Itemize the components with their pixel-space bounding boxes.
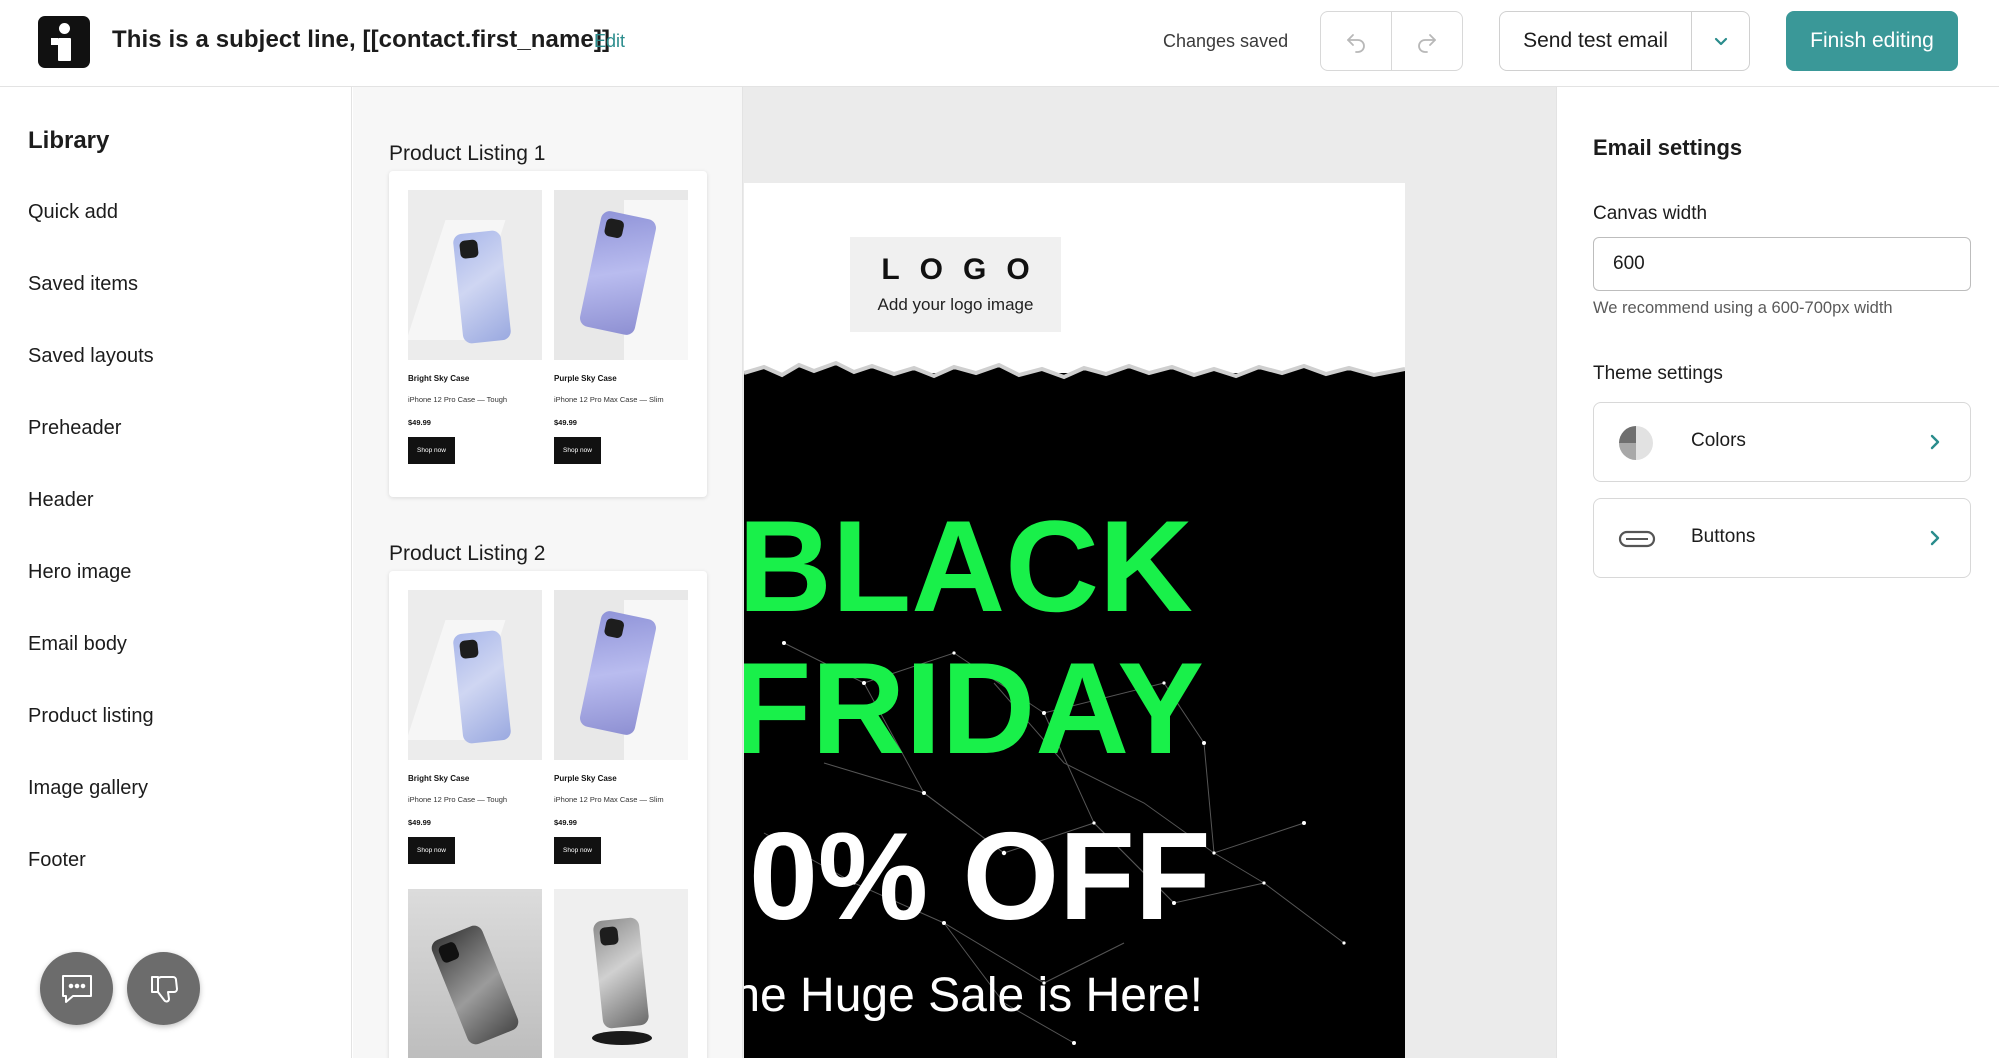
product-image xyxy=(554,590,688,760)
theme-colors-button[interactable]: Colors xyxy=(1593,402,1971,482)
offer-text: 70% OFF xyxy=(744,808,1211,946)
library-item-saved-layouts[interactable]: Saved layouts xyxy=(28,345,154,368)
product-price: $49.99 xyxy=(554,418,577,427)
shop-now-button: Shop now xyxy=(408,437,455,464)
library-item-product-listing[interactable]: Product listing xyxy=(28,705,154,728)
library-item-header[interactable]: Header xyxy=(28,489,94,512)
product-name: Purple Sky Case xyxy=(554,374,617,383)
product-description: iPhone 12 Pro Max Case — Slim xyxy=(554,395,664,404)
chevron-down-icon xyxy=(1714,37,1727,46)
email-header-section: LOGO Add your logo image xyxy=(744,183,1405,373)
block-title: Product Listing 1 xyxy=(389,142,546,165)
product-price: $49.99 xyxy=(408,418,431,427)
color-wheel-icon xyxy=(1619,426,1653,460)
redo-icon xyxy=(1418,34,1436,53)
app-logo-icon[interactable] xyxy=(38,16,90,68)
library-item-footer[interactable]: Footer xyxy=(28,849,86,872)
headline-friday: FRIDAY xyxy=(744,635,1204,781)
logo-placeholder[interactable]: LOGO Add your logo image xyxy=(850,237,1061,332)
product-image xyxy=(408,590,542,760)
logo-text: LOGO xyxy=(881,253,1050,286)
canvas-width-label: Canvas width xyxy=(1593,203,1708,224)
canvas-width-hint: We recommend using a 600-700px width xyxy=(1593,299,1893,317)
shop-now-button: Shop now xyxy=(408,837,455,864)
product-listing-2-block[interactable]: Bright Sky Case iPhone 12 Pro Case — Tou… xyxy=(389,571,707,1058)
email-canvas-area: LOGO Add your logo image BLACK FRIDAY 0%… xyxy=(743,87,1556,1058)
theme-settings-label: Theme settings xyxy=(1593,363,1723,384)
product-listing-1-block[interactable]: Bright Sky Case iPhone 12 Pro Case — Tou… xyxy=(389,171,707,497)
dislike-button[interactable] xyxy=(127,952,200,1025)
logo-subtext: Add your logo image xyxy=(877,295,1034,314)
email-preview[interactable]: LOGO Add your logo image BLACK FRIDAY 0%… xyxy=(744,183,1405,1058)
product-name: Purple Sky Case xyxy=(554,774,617,783)
settings-title: Email settings xyxy=(1593,135,1743,160)
finish-editing-button[interactable]: Finish editing xyxy=(1786,11,1958,71)
product-card: Bright Sky Case iPhone 12 Pro Case — Tou… xyxy=(408,190,542,464)
blocks-panel: Product Listing 1 Bright Sky Case iPhone… xyxy=(353,87,743,1058)
edit-subject-link[interactable]: Edit xyxy=(594,31,625,52)
send-test-dropdown-button[interactable] xyxy=(1691,12,1749,70)
product-price: $49.99 xyxy=(408,818,431,827)
undo-icon xyxy=(1347,34,1365,53)
send-test-group: Send test email xyxy=(1499,11,1750,71)
headline-black: BLACK xyxy=(744,493,1193,639)
undo-redo-group xyxy=(1320,11,1463,71)
theme-colors-label: Colors xyxy=(1691,430,1746,451)
product-name: Bright Sky Case xyxy=(408,374,470,383)
product-image xyxy=(554,889,688,1058)
canvas-width-input[interactable] xyxy=(1593,237,1971,291)
thumbs-down-icon xyxy=(150,975,178,1002)
product-description: iPhone 12 Pro Case — Tough xyxy=(408,395,508,404)
redo-button[interactable] xyxy=(1391,12,1462,70)
theme-buttons-button[interactable]: Buttons xyxy=(1593,498,1971,578)
product-card: Purple Sky Case iPhone 12 Pro Max Case —… xyxy=(554,190,688,464)
product-image xyxy=(408,190,542,360)
product-description: iPhone 12 Pro Max Case — Slim xyxy=(554,795,664,804)
product-price: $49.99 xyxy=(554,818,577,827)
theme-buttons-label: Buttons xyxy=(1691,526,1756,547)
product-card: Bright Sky Case iPhone 12 Pro Case — Tou… xyxy=(408,590,542,864)
library-item-email-body[interactable]: Email body xyxy=(28,633,127,656)
product-image xyxy=(554,190,688,360)
library-item-preheader[interactable]: Preheader xyxy=(28,417,121,440)
product-description: iPhone 12 Pro Case — Tough xyxy=(408,795,508,804)
product-image xyxy=(408,889,542,1058)
send-test-button[interactable]: Send test email xyxy=(1500,12,1691,70)
library-item-hero-image[interactable]: Hero image xyxy=(28,561,131,584)
button-shape-icon xyxy=(1618,530,1656,548)
feedback-button[interactable] xyxy=(40,952,113,1025)
product-name: Bright Sky Case xyxy=(408,774,470,783)
save-status: Changes saved xyxy=(1163,31,1289,51)
shop-now-button: Shop now xyxy=(554,837,601,864)
subject-line: This is a subject line, [[contact.first_… xyxy=(112,26,611,53)
block-title: Product Listing 2 xyxy=(389,542,546,565)
library-item-quick-add[interactable]: Quick add xyxy=(28,201,118,224)
library-title: Library xyxy=(28,127,110,154)
top-bar: This is a subject line, [[contact.first_… xyxy=(0,0,1999,87)
library-item-image-gallery[interactable]: Image gallery xyxy=(28,777,148,800)
email-settings-panel: Email settings Canvas width We recommend… xyxy=(1556,87,1999,1058)
chevron-right-icon xyxy=(1930,530,1940,546)
feedback-chat-icon xyxy=(61,974,92,1003)
sale-tagline: The Huge Sale is Here! xyxy=(744,969,1203,1022)
library-item-saved-items[interactable]: Saved items xyxy=(28,273,138,296)
chevron-right-icon xyxy=(1930,434,1940,450)
undo-button[interactable] xyxy=(1321,12,1391,70)
product-card: Purple Sky Case iPhone 12 Pro Max Case —… xyxy=(554,590,688,864)
shop-now-button: Shop now xyxy=(554,437,601,464)
library-sidebar: Library Quick add Saved items Saved layo… xyxy=(0,87,352,1058)
